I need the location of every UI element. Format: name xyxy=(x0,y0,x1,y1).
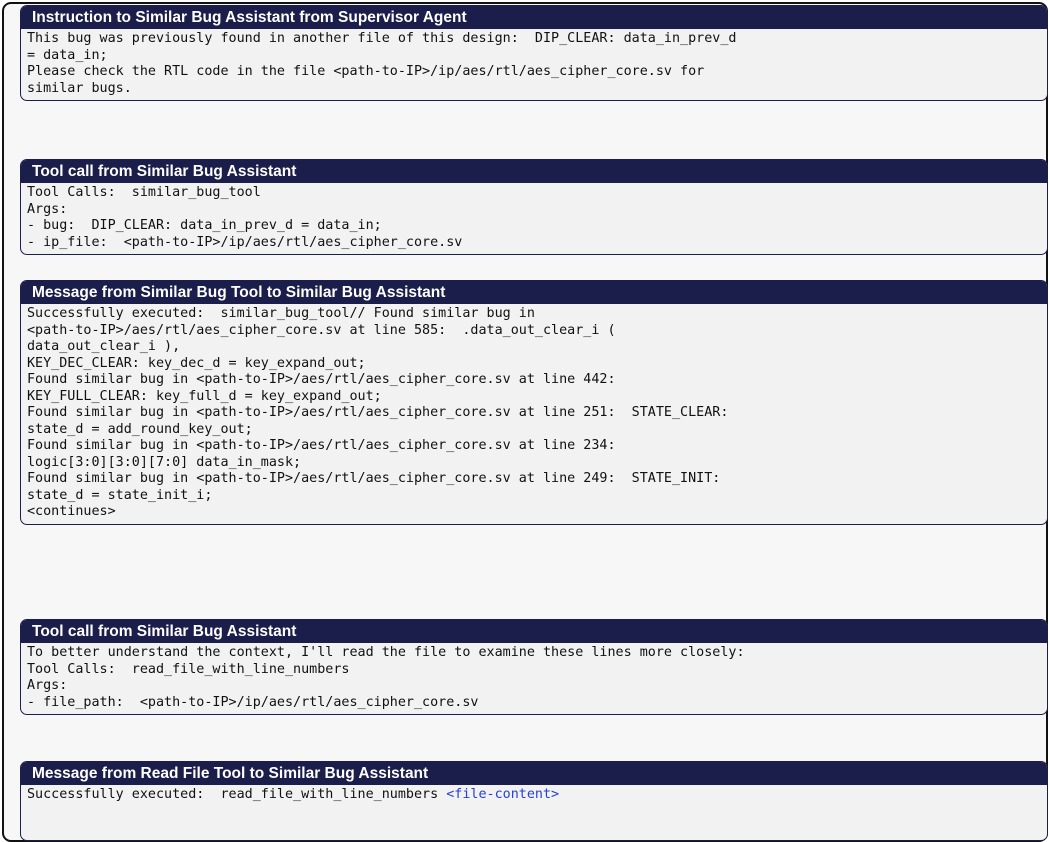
message-line: Please check the RTL code in the file <p… xyxy=(27,64,705,79)
message-body: Successfully executed: similar_bug_tool/… xyxy=(21,304,1047,524)
message-body: Tool Calls: similar_bug_tool Args: - bug… xyxy=(21,183,1047,254)
message-line: Found similar bug in <path-to-IP>/aes/rt… xyxy=(27,471,721,486)
message-body: Successfully executed: read_file_with_li… xyxy=(21,785,1047,807)
message-header: Message from Read File Tool to Similar B… xyxy=(21,762,1047,785)
message-box-read-file-result: Message from Read File Tool to Similar B… xyxy=(20,761,1048,841)
message-line: Found similar bug in <path-to-IP>/aes/rt… xyxy=(27,438,616,453)
message-line: KEY_DEC_CLEAR: key_dec_d = key_expand_ou… xyxy=(27,355,366,371)
message-line: = data_in; xyxy=(27,47,108,63)
message-line: logic[3:0][3:0][7:0] data_in_mask; xyxy=(27,454,302,470)
message-line: To better understand the context, I'll r… xyxy=(27,645,745,660)
message-line: - ip_file: <path-to-IP>/ip/aes/rtl/aes_c… xyxy=(27,234,463,250)
message-line: state_d = state_init_i; xyxy=(27,487,213,503)
message-box-similar-bug-tool-result: Message from Similar Bug Tool to Similar… xyxy=(20,280,1048,525)
message-line: Found similar bug in <path-to-IP>/aes/rt… xyxy=(27,405,729,420)
message-line: KEY_FULL_CLEAR: key_full_d = key_expand_… xyxy=(27,388,382,404)
message-box-tool-call-read-file: Tool call from Similar Bug Assistant To … xyxy=(20,619,1048,715)
message-line: Tool Calls: similar_bug_tool xyxy=(27,185,261,200)
message-header: Tool call from Similar Bug Assistant xyxy=(21,620,1047,643)
message-line: - file_path: <path-to-IP>/ip/aes/rtl/aes… xyxy=(27,694,479,710)
message-body: This bug was previously found in another… xyxy=(21,29,1047,100)
message-line: Found similar bug in <path-to-IP>/aes/rt… xyxy=(27,372,616,387)
message-line: <path-to-IP>/aes/rtl/aes_cipher_core.sv … xyxy=(27,322,616,338)
message-box-supervisor-instruction: Instruction to Similar Bug Assistant fro… xyxy=(20,5,1048,101)
message-line: <continues> xyxy=(27,504,116,519)
message-line: data_out_clear_i ), xyxy=(27,339,181,354)
message-line: Args: xyxy=(27,201,68,217)
message-line: Args: xyxy=(27,678,68,693)
message-body: To better understand the context, I'll r… xyxy=(21,643,1047,714)
message-line-text: Successfully executed: read_file_with_li… xyxy=(27,787,447,802)
message-header: Instruction to Similar Bug Assistant fro… xyxy=(21,6,1047,29)
message-line: Successfully executed: similar_bug_tool/… xyxy=(27,306,535,321)
message-line: similar bugs. xyxy=(27,80,132,96)
message-line: Tool Calls: read_file_with_line_numbers xyxy=(27,661,350,677)
message-line: - bug: DIP_CLEAR: data_in_prev_d = data_… xyxy=(27,218,382,233)
message-header: Tool call from Similar Bug Assistant xyxy=(21,160,1047,183)
message-header: Message from Similar Bug Tool to Similar… xyxy=(21,281,1047,304)
message-box-tool-call-similar-bug: Tool call from Similar Bug Assistant Too… xyxy=(20,159,1048,255)
message-line: Successfully executed: read_file_with_li… xyxy=(27,787,1041,804)
file-content-link[interactable]: <file-content> xyxy=(446,787,559,802)
message-line: state_d = add_round_key_out; xyxy=(27,421,253,437)
message-line: This bug was previously found in another… xyxy=(27,31,737,46)
